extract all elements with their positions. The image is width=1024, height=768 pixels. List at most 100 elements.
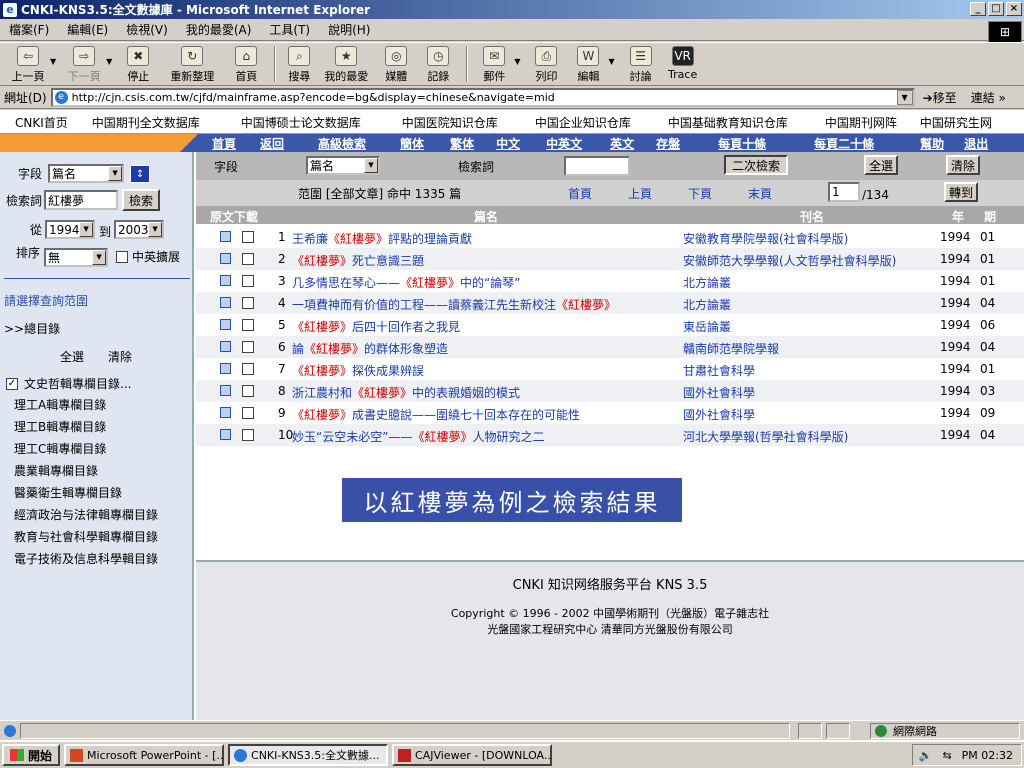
topnav-graduate-net[interactable]: 中国研究生网 bbox=[920, 114, 992, 131]
save-icon[interactable] bbox=[220, 297, 231, 308]
edit-button[interactable]: W 編輯 bbox=[568, 43, 608, 85]
goto-page-button[interactable]: 轉到 bbox=[944, 182, 978, 202]
menu-tools[interactable]: 工具(T) bbox=[260, 21, 319, 38]
row-checkbox[interactable] bbox=[242, 429, 254, 441]
topnav-hospital[interactable]: 中国医院知识仓库 bbox=[402, 114, 498, 131]
task-ie[interactable]: CNKI-KNS3.5:全文數據... bbox=[228, 744, 389, 766]
category-item[interactable]: 理工B輯專欄目錄 bbox=[14, 418, 106, 435]
search-submit-button[interactable]: 檢索 bbox=[122, 189, 161, 211]
history-button[interactable]: ◷ 記錄 bbox=[418, 43, 458, 85]
nav-back[interactable]: 返回 bbox=[260, 135, 284, 152]
topnav-journal-net[interactable]: 中国期刊网阵 bbox=[825, 114, 897, 131]
close-button[interactable]: × bbox=[1006, 2, 1022, 16]
save-icon[interactable] bbox=[220, 385, 231, 396]
to-year-select[interactable]: 2003 ▼ bbox=[114, 220, 165, 239]
save-icon[interactable] bbox=[220, 429, 231, 440]
select-all-button[interactable]: 全選 bbox=[864, 155, 898, 175]
menu-edit[interactable]: 編輯(E) bbox=[58, 21, 117, 38]
mail-button[interactable]: ✉ 郵件 bbox=[474, 43, 514, 85]
topnav-basic-education[interactable]: 中国基础教育知识仓库 bbox=[668, 114, 788, 131]
save-icon[interactable] bbox=[220, 407, 231, 418]
row-title[interactable]: 几多情思在琴心——《紅樓夢》中的“論琴” bbox=[292, 274, 520, 291]
row-title[interactable]: 浙江農村和《紅樓夢》中的表親婚姻的模式 bbox=[292, 384, 520, 401]
row-journal[interactable]: 國外社會科學 bbox=[683, 406, 755, 423]
row-title[interactable]: 《紅樓夢》探佚成果辨誤 bbox=[292, 362, 424, 379]
category-label-0[interactable]: 文史哲輯專欄目錄... bbox=[24, 375, 131, 392]
row-journal[interactable]: 東岳論叢 bbox=[683, 318, 731, 335]
category-item[interactable]: 醫藥衛生輯專欄目錄 bbox=[14, 484, 122, 501]
topnav-journals[interactable]: 中国期刊全文数据库 bbox=[92, 114, 200, 131]
nav-simplified[interactable]: 簡体 bbox=[400, 135, 424, 152]
nav-advanced-search[interactable]: 高級檢索 bbox=[318, 135, 366, 152]
task-cajviewer[interactable]: CAJViewer - [DOWNLOA... bbox=[392, 744, 553, 766]
address-dropdown-icon[interactable]: ▼ bbox=[896, 90, 913, 105]
nav-exit[interactable]: 退出 bbox=[964, 135, 988, 152]
category-item[interactable]: 農業輯專欄目錄 bbox=[14, 462, 98, 479]
menu-view[interactable]: 檢視(V) bbox=[117, 21, 177, 38]
category-item[interactable]: 理工A輯專欄目錄 bbox=[14, 396, 106, 413]
favorites-button[interactable]: ★ 我的最愛 bbox=[318, 43, 374, 85]
last-page-link[interactable]: 末頁 bbox=[748, 185, 772, 202]
row-checkbox[interactable] bbox=[242, 341, 254, 353]
edit-dropdown-icon[interactable]: ▼ bbox=[608, 57, 614, 66]
category-item[interactable]: 電子技術及信息科學輯目錄 bbox=[14, 550, 158, 567]
cn-en-expand-checkbox[interactable] bbox=[116, 250, 129, 263]
nav-help[interactable]: 幫助 bbox=[920, 135, 944, 152]
topnav-theses[interactable]: 中国博硕士论文数据库 bbox=[241, 114, 361, 131]
row-journal[interactable]: 贛南師范學院學報 bbox=[683, 340, 779, 357]
row-checkbox[interactable] bbox=[242, 253, 254, 265]
row-journal[interactable]: 安徽教育學院學報(社會科學版) bbox=[683, 230, 848, 247]
nav-english[interactable]: 英文 bbox=[610, 135, 634, 152]
save-icon[interactable] bbox=[220, 341, 231, 352]
row-checkbox[interactable] bbox=[242, 319, 254, 331]
nav-chinese[interactable]: 中文 bbox=[496, 135, 520, 152]
search-button[interactable]: ⌕ 搜尋 bbox=[282, 43, 316, 85]
nav-chinese-english[interactable]: 中英文 bbox=[546, 135, 582, 152]
nav-save[interactable]: 存盤 bbox=[656, 135, 680, 152]
field-select[interactable]: 篇名 ▼ bbox=[48, 164, 125, 183]
save-icon[interactable] bbox=[220, 275, 231, 286]
nav-twenty-per-page[interactable]: 每頁二十條 bbox=[814, 135, 874, 152]
row-title[interactable]: 《紅樓夢》后四十回作者之我見 bbox=[292, 318, 460, 335]
save-icon[interactable] bbox=[220, 231, 231, 242]
minimize-button[interactable]: _ bbox=[970, 2, 986, 16]
row-title[interactable]: 《紅樓夢》成書史臆說——圍繞七十回本存在的可能性 bbox=[292, 406, 580, 423]
row-checkbox[interactable] bbox=[242, 363, 254, 375]
category-item[interactable]: 理工C輯專欄目錄 bbox=[14, 440, 106, 457]
menu-favorites[interactable]: 我的最愛(A) bbox=[177, 21, 261, 38]
media-button[interactable]: ◎ 媒體 bbox=[376, 43, 416, 85]
discuss-button[interactable]: ☰ 討論 bbox=[621, 43, 661, 85]
row-title[interactable]: 王希廉《紅樓夢》評點的理論貢獻 bbox=[292, 230, 472, 247]
go-button[interactable]: ➔移至 bbox=[923, 89, 957, 106]
trace-button[interactable]: VR Trace bbox=[663, 43, 703, 85]
maximize-button[interactable]: □ bbox=[988, 2, 1004, 16]
print-button[interactable]: ⎙ 列印 bbox=[526, 43, 566, 85]
row-journal[interactable]: 甘肅社會科學 bbox=[683, 362, 755, 379]
term-input[interactable]: 紅樓夢 bbox=[44, 190, 119, 210]
prev-page-link[interactable]: 上頁 bbox=[628, 185, 652, 202]
next-page-link[interactable]: 下頁 bbox=[688, 185, 712, 202]
field-toggle-icon[interactable]: ↕ bbox=[130, 164, 151, 183]
nav-home[interactable]: 首頁 bbox=[212, 135, 236, 152]
from-year-select[interactable]: 1994 ▼ bbox=[45, 220, 96, 239]
total-directory-link[interactable]: >>總目錄 bbox=[4, 320, 60, 337]
topnav-enterprise[interactable]: 中国企业知识仓库 bbox=[535, 114, 631, 131]
row-journal[interactable]: 河北大學學報(哲學社會科學版) bbox=[683, 428, 848, 445]
page-number-input[interactable]: 1 bbox=[828, 182, 860, 202]
refresh-button[interactable]: ↻ 重新整理 bbox=[160, 43, 224, 85]
left-select-all-link[interactable]: 全選 bbox=[60, 348, 84, 365]
row-checkbox[interactable] bbox=[242, 407, 254, 419]
address-input[interactable]: e http://cjn.csis.com.tw/cjfd/mainframe.… bbox=[50, 88, 915, 107]
row-title[interactable]: 妙玉“云空未必空”——《紅樓夢》人物研究之二 bbox=[292, 428, 544, 445]
forward-button[interactable]: ⇨ 下一頁 bbox=[62, 43, 106, 85]
row-title[interactable]: 一項費神而有价值的工程——讀蔡義江先生新校注《紅樓夢》 bbox=[292, 296, 616, 313]
row-journal[interactable]: 安徽師范大學學報(人文哲學社會科學版) bbox=[683, 252, 896, 269]
network-icon[interactable]: ⇆ bbox=[942, 749, 951, 762]
first-page-link[interactable]: 首頁 bbox=[568, 185, 592, 202]
save-icon[interactable] bbox=[220, 319, 231, 330]
row-checkbox[interactable] bbox=[242, 297, 254, 309]
row-journal[interactable]: 國外社會科學 bbox=[683, 384, 755, 401]
row-checkbox[interactable] bbox=[242, 385, 254, 397]
save-icon[interactable] bbox=[220, 363, 231, 374]
topnav-cnki-home[interactable]: CNKI首页 bbox=[15, 114, 68, 131]
